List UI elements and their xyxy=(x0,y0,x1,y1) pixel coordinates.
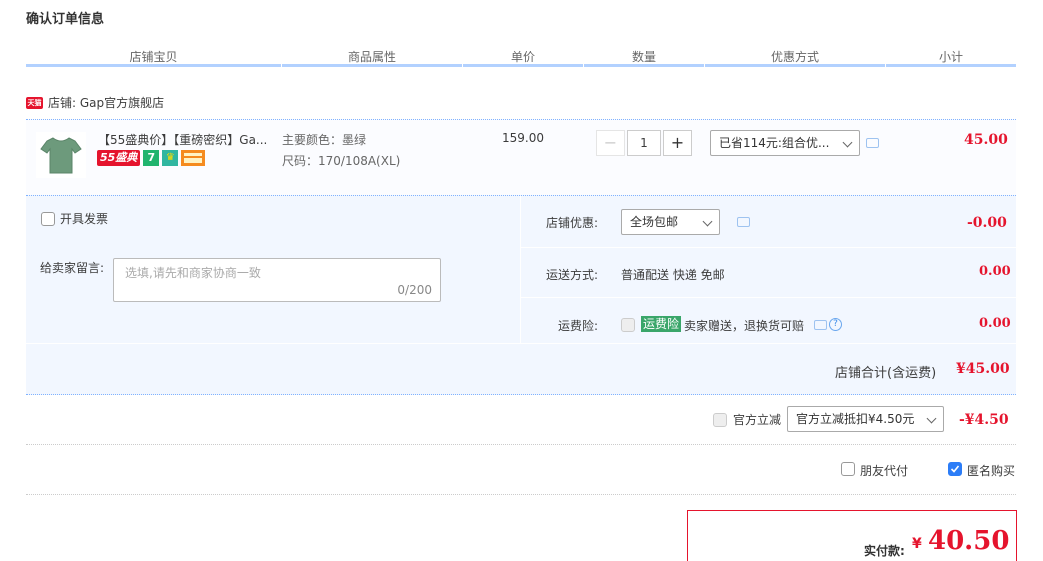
shop-discount-amount: -0.00 xyxy=(967,215,1007,231)
promo-55-badge: 55盛典 xyxy=(97,150,141,166)
qty-plus-button[interactable]: + xyxy=(663,130,692,156)
divider xyxy=(26,494,1016,495)
product-size: 尺码：170/108A(XL) xyxy=(282,154,401,168)
chevron-down-icon xyxy=(842,137,853,148)
quantity-stepper: − 1 + xyxy=(596,130,692,156)
qty-input[interactable]: 1 xyxy=(627,130,661,156)
insurance-amount: 0.00 xyxy=(979,316,1011,331)
shop-discount-label: 店铺优惠: xyxy=(546,216,599,230)
unit-price: 159.00 xyxy=(502,131,544,145)
tshirt-icon xyxy=(40,137,82,174)
chat-icon[interactable] xyxy=(814,320,827,330)
col-header-unit-price: 单价 xyxy=(510,50,535,64)
anonymous-checkbox[interactable] xyxy=(948,462,962,476)
page-title: 确认订单信息 xyxy=(26,12,105,27)
message-textarea[interactable]: 选填,请先和商家协商一致 0/200 xyxy=(113,258,441,302)
panel-divider xyxy=(520,196,521,344)
shop-total-amount: ¥45.00 xyxy=(956,361,1010,377)
panel-divider xyxy=(26,343,1016,344)
guarantee-icon: ♛ xyxy=(162,150,179,166)
shop-discount-value: 全场包邮 xyxy=(630,215,679,229)
shipping-value: 普通配送 快递 免邮 xyxy=(621,268,725,282)
invoice-checkbox[interactable] xyxy=(41,212,55,226)
insurance-checkbox[interactable] xyxy=(621,318,635,332)
col-header-attributes: 商品属性 xyxy=(347,50,396,64)
official-discount-value: 官方立减抵扣¥4.50元 xyxy=(796,412,915,426)
help-icon[interactable]: ? xyxy=(829,318,842,331)
message-counter: 0/200 xyxy=(397,283,432,297)
product-tags: 55盛典 7 ♛ xyxy=(97,150,206,166)
shipping-label: 运送方式: xyxy=(546,268,599,282)
shipping-amount: 0.00 xyxy=(979,264,1011,279)
pay-label: 实付款: xyxy=(864,544,905,558)
pay-amount: 40.50 xyxy=(928,526,1010,556)
item-discount-value: 已省114元:组合优... xyxy=(719,136,830,150)
col-header-quantity: 数量 xyxy=(631,50,656,64)
chat-icon[interactable] xyxy=(737,217,750,227)
panel-divider xyxy=(521,247,1016,248)
message-placeholder: 选填,请先和商家协商一致 xyxy=(125,266,261,280)
anonymous-label: 匿名购买 xyxy=(967,464,1016,478)
shop-name-link[interactable]: 店铺: Gap官方旗舰店 xyxy=(48,94,164,111)
product-color: 主要颜色：墨绿 xyxy=(282,133,367,147)
message-label: 给卖家留言: xyxy=(40,261,105,275)
shop-discount-select[interactable]: 全场包邮 xyxy=(621,209,720,235)
shop-total-label: 店铺合计(含运费) xyxy=(835,366,937,381)
col-header-discount: 优惠方式 xyxy=(770,50,819,64)
seven-day-return-icon: 7 xyxy=(143,150,160,166)
friend-pay-label: 朋友代付 xyxy=(860,464,909,478)
chat-icon[interactable] xyxy=(866,138,879,148)
insurance-label: 运费险: xyxy=(558,319,599,333)
chevron-down-icon xyxy=(926,413,937,424)
col-header-shop-item: 店铺宝贝 xyxy=(129,50,178,64)
invoice-label: 开具发票 xyxy=(60,212,109,226)
product-thumbnail[interactable] xyxy=(36,132,86,178)
pay-currency: ¥ xyxy=(912,536,922,552)
panel-divider xyxy=(521,297,1016,298)
check-icon xyxy=(950,465,960,473)
official-discount-label: 官方立减 xyxy=(733,413,782,427)
friend-pay-checkbox[interactable] xyxy=(841,462,855,476)
item-discount-select[interactable]: 已省114元:组合优... xyxy=(710,130,860,156)
product-title-link[interactable]: 【55盛典价】【重磅密织】Ga... xyxy=(98,131,278,148)
chevron-down-icon xyxy=(702,216,713,227)
official-discount-amount: -¥4.50 xyxy=(959,412,1009,428)
header-divider xyxy=(26,64,1016,67)
credit-card-icon xyxy=(181,150,206,166)
insurance-text: 卖家赠送，退换货可赔 xyxy=(684,319,805,333)
official-discount-select[interactable]: 官方立减抵扣¥4.50元 xyxy=(787,406,944,432)
shop-row: 天猫 店铺: Gap官方旗舰店 xyxy=(26,94,164,111)
tmall-icon: 天猫 xyxy=(26,96,43,109)
item-subtotal: 45.00 xyxy=(964,132,1008,148)
official-discount-checkbox[interactable] xyxy=(713,413,727,427)
qty-minus-button[interactable]: − xyxy=(596,130,625,156)
col-header-subtotal: 小计 xyxy=(938,50,963,64)
insurance-badge: 运费险 xyxy=(641,316,682,332)
divider xyxy=(26,444,1016,445)
